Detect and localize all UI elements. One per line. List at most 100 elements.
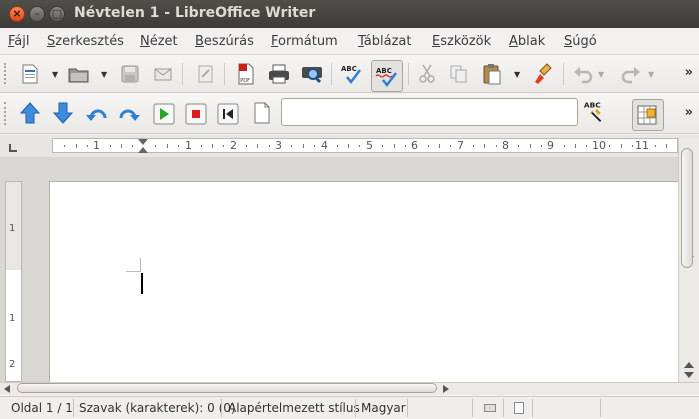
status-page-style[interactable]: Alapértelmezett stílus — [228, 401, 360, 415]
tab-stop-selector[interactable] — [9, 144, 17, 152]
find-replace-icon[interactable]: ABC — [583, 99, 609, 125]
menu-edit[interactable]: Szerkesztés — [47, 34, 124, 49]
menu-file[interactable]: Fájl — [8, 34, 30, 49]
close-window-button[interactable]: × — [9, 6, 25, 22]
scroll-up-icon[interactable] — [684, 362, 694, 368]
cut-icon[interactable] — [414, 61, 440, 87]
ruler-number: 7 — [457, 139, 464, 152]
horizontal-ruler[interactable]: 1 1 2 3 4 5 6 7 8 9 10 11 — [52, 138, 678, 153]
insert-mode-icon[interactable] — [484, 404, 496, 412]
email-icon[interactable] — [150, 61, 176, 87]
menu-label: szközök — [440, 34, 492, 49]
menu-mnemonic: B — [195, 34, 204, 49]
vertical-scroll-thumb[interactable] — [681, 148, 693, 268]
chevron-down-icon[interactable]: ▼ — [648, 70, 654, 79]
open-folder-icon[interactable] — [66, 61, 92, 87]
export-pdf-icon[interactable]: PDF — [233, 61, 259, 87]
ruler-tick — [223, 145, 224, 147]
copy-icon[interactable] — [446, 61, 472, 87]
text-cursor — [141, 273, 143, 294]
scroll-left-icon[interactable] — [4, 385, 10, 393]
menu-label: úgó — [572, 34, 597, 49]
edit-file-icon[interactable] — [192, 61, 218, 87]
ruler-tick — [473, 145, 474, 147]
toolbar-grip[interactable] — [4, 63, 10, 84]
play-icon[interactable] — [151, 101, 177, 127]
rewind-icon[interactable] — [215, 101, 241, 127]
status-language[interactable]: Magyar — [361, 401, 406, 415]
menu-view[interactable]: Nézet — [140, 34, 178, 49]
ruler-number: 2 — [9, 359, 16, 370]
ruler-tick — [530, 144, 531, 148]
menu-label: áblázat — [363, 34, 412, 49]
chevron-down-icon[interactable]: ▼ — [598, 70, 604, 79]
scroll-right-icon[interactable] — [443, 385, 449, 393]
status-bar: Oldal 1 / 1 Szavak (karakterek): 0 (0) A… — [0, 396, 699, 419]
scroll-down-icon[interactable] — [684, 372, 694, 378]
standard-toolbar: ▼ ▼ PDF ABC ABC ▼ ▼ ▼ » — [0, 55, 699, 93]
menu-tools[interactable]: Eszközök — [432, 34, 491, 49]
ruler-tick — [564, 145, 565, 147]
print-icon[interactable] — [266, 61, 292, 87]
arrow-up-icon[interactable] — [17, 100, 43, 126]
ruler-number: 5 — [366, 139, 373, 152]
paste-icon[interactable] — [479, 61, 505, 87]
rotate-right-icon[interactable] — [116, 100, 142, 126]
toolbar-overflow-button[interactable]: » — [685, 105, 693, 120]
ruler-tick — [201, 145, 202, 147]
document-modified-icon[interactable] — [514, 402, 524, 414]
menu-help[interactable]: Súgó — [564, 34, 597, 49]
arrow-down-icon[interactable] — [50, 100, 76, 126]
undo-icon[interactable] — [570, 61, 596, 87]
find-replace-label: ABC — [584, 100, 601, 109]
menu-table[interactable]: Táblázat — [358, 34, 411, 49]
stop-icon[interactable] — [183, 101, 209, 127]
ruler-tick — [632, 145, 633, 147]
redo-icon[interactable] — [618, 61, 644, 87]
ruler-tick — [257, 144, 258, 148]
chevron-down-icon[interactable]: ▼ — [101, 70, 107, 79]
ruler-number: 8 — [502, 139, 509, 152]
ruler-tick — [496, 145, 497, 147]
menu-format[interactable]: Formátum — [271, 34, 338, 49]
ruler-tick — [64, 145, 65, 147]
toolbar-grip[interactable] — [4, 102, 10, 125]
chevron-down-icon[interactable]: ▼ — [514, 70, 520, 79]
menu-bar: Fájl Szerkesztés Nézet Beszúrás Formátum… — [0, 28, 699, 55]
ruler-number: 4 — [321, 139, 328, 152]
ruler-tick — [87, 145, 88, 147]
ruler-tick — [428, 145, 429, 147]
menu-mnemonic: A — [509, 34, 518, 49]
vertical-ruler[interactable]: 1 1 2 — [5, 181, 22, 382]
new-document-icon[interactable] — [17, 61, 43, 87]
ruler-tick — [484, 144, 485, 148]
autospellcheck-icon[interactable]: ABC — [371, 60, 403, 92]
find-text-input[interactable] — [281, 98, 578, 126]
ruler-tick — [359, 145, 360, 147]
toolbar-overflow-button[interactable]: » — [685, 65, 693, 80]
indent-marker[interactable] — [138, 139, 148, 145]
maximize-window-button[interactable]: □ — [49, 6, 65, 22]
clone-format-icon[interactable] — [532, 61, 558, 87]
table-grid-icon[interactable] — [632, 99, 664, 131]
ruler-tick — [541, 145, 542, 147]
ruler-tick — [348, 144, 349, 148]
indent-marker[interactable] — [138, 147, 148, 153]
ruler-tick — [303, 144, 304, 148]
rotate-left-icon[interactable] — [84, 100, 110, 126]
document-page[interactable] — [49, 181, 689, 382]
status-page[interactable]: Oldal 1 / 1 — [11, 401, 73, 415]
horizontal-scroll-thumb[interactable] — [17, 383, 437, 393]
spellcheck-icon[interactable]: ABC — [339, 61, 365, 87]
ruler-number: 2 — [230, 139, 237, 152]
minimize-window-button[interactable]: – — [29, 6, 45, 22]
save-icon[interactable] — [117, 61, 143, 87]
print-preview-icon[interactable] — [299, 61, 325, 87]
status-word-count[interactable]: Szavak (karakterek): 0 (0) — [79, 401, 236, 415]
menu-window[interactable]: Ablak — [509, 34, 545, 49]
ruler-number: 10 — [592, 139, 606, 152]
ruler-tick — [167, 144, 168, 148]
chevron-down-icon[interactable]: ▼ — [52, 70, 58, 79]
blank-page-icon[interactable] — [249, 100, 275, 126]
menu-insert[interactable]: Beszúrás — [195, 34, 254, 49]
